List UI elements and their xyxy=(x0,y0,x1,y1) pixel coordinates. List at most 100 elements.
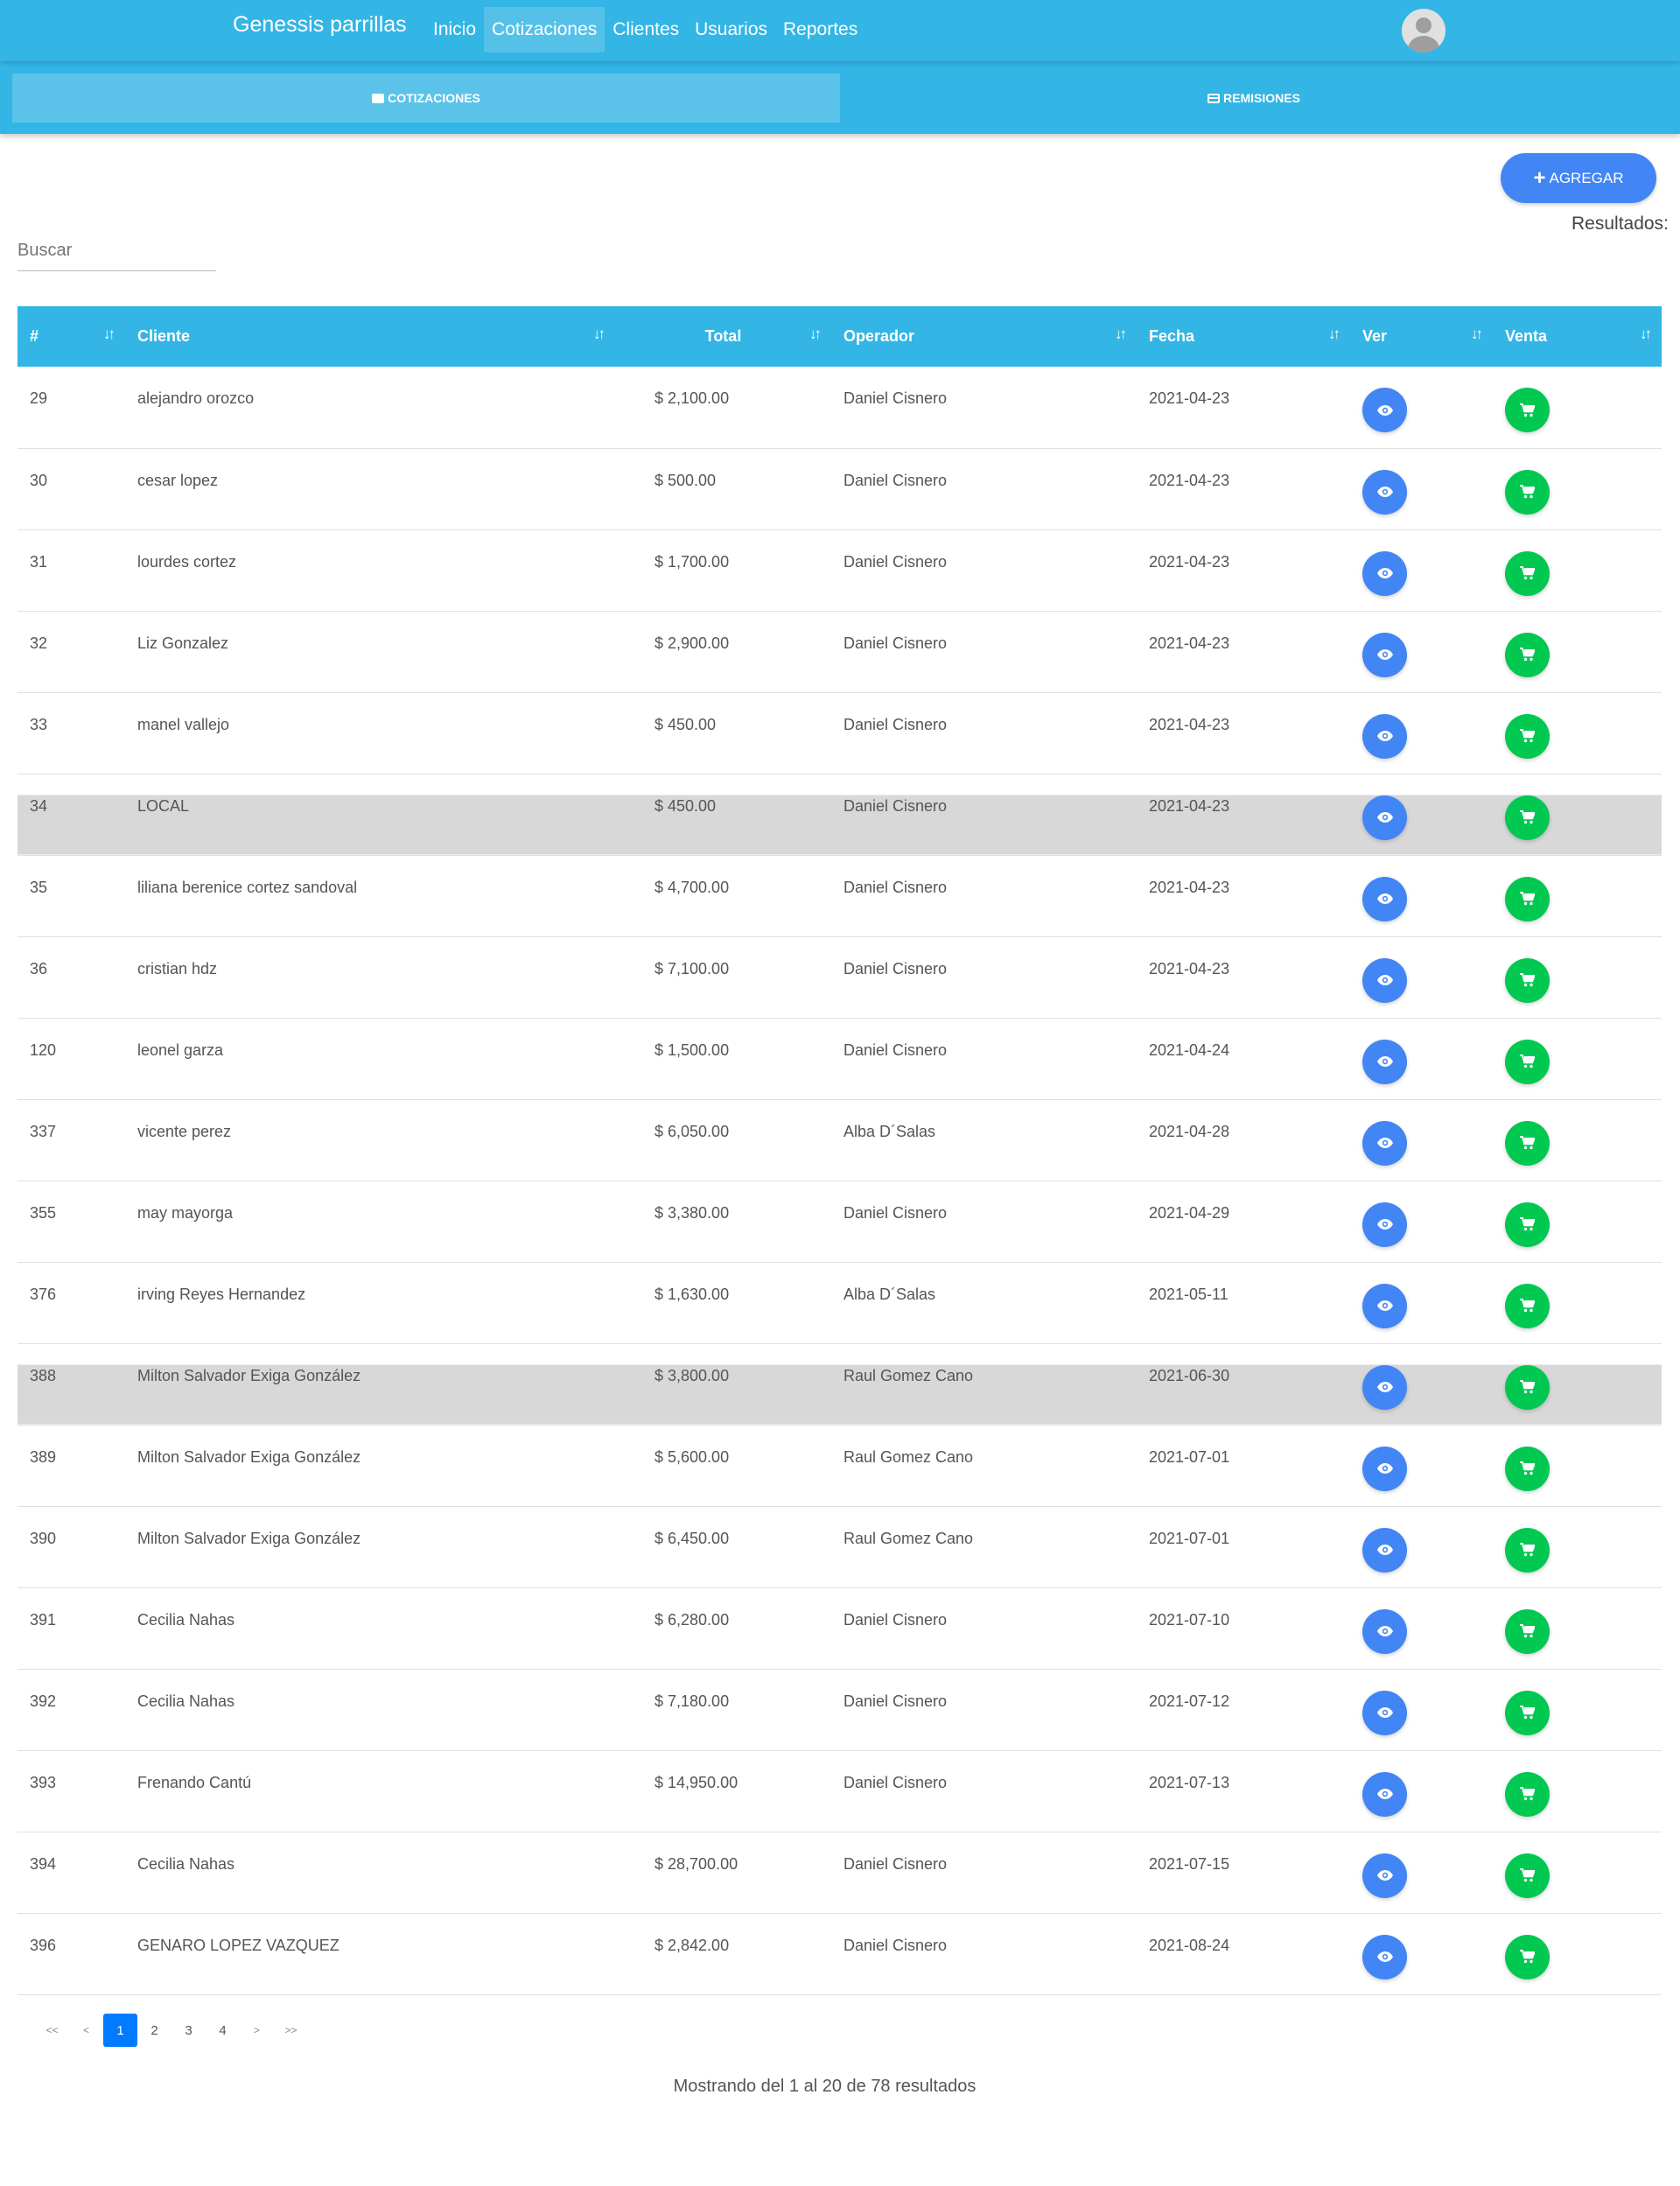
cell-total: $ 4,700.00 xyxy=(654,878,730,896)
sort-icon[interactable]: ↓↑ xyxy=(1640,326,1652,343)
sale-button[interactable] xyxy=(1505,1608,1550,1654)
cell-fecha: 2021-07-13 xyxy=(1149,1773,1230,1791)
cell-venta xyxy=(1493,692,1662,774)
tab-remisiones[interactable]: REMISIONES xyxy=(840,74,1668,123)
pagination-page[interactable]: 3 xyxy=(172,2014,206,2047)
cell-fecha: 2021-04-23 xyxy=(1149,552,1230,571)
view-button[interactable] xyxy=(1362,1853,1407,1898)
sort-icon[interactable]: ↓↑ xyxy=(1115,326,1127,343)
sort-icon[interactable]: ↓↑ xyxy=(593,326,606,343)
table-row: 389 Milton Salvador Exiga González $ 5,600… xyxy=(18,1425,1662,1506)
table-row: 30 cesar lopez $ 500.00 Daniel Cisnero 2021-… xyxy=(18,448,1662,529)
cell-cliente: Milton Salvador Exiga González xyxy=(125,1343,615,1425)
view-button[interactable] xyxy=(1362,1039,1407,1084)
column-header-ver[interactable]: Ver ↓↑ xyxy=(1350,306,1493,367)
sort-icon[interactable]: ↓↑ xyxy=(103,326,116,343)
sort-icon[interactable]: ↓↑ xyxy=(809,326,822,343)
view-button[interactable] xyxy=(1362,632,1407,677)
view-button[interactable] xyxy=(1362,1608,1407,1654)
cell-cliente: Frenando Cantú xyxy=(137,1773,252,1791)
view-button[interactable] xyxy=(1362,1771,1407,1817)
cell-venta xyxy=(1493,774,1662,855)
pagination-next[interactable]: > xyxy=(240,2014,274,2047)
sale-button[interactable] xyxy=(1505,795,1550,840)
cell-total: $ 6,280.00 xyxy=(654,1610,730,1629)
pagination-last[interactable]: >> xyxy=(274,2014,308,2047)
cart-icon xyxy=(1520,1054,1535,1068)
pagination-page[interactable]: 1 xyxy=(103,2014,137,2047)
search-input[interactable] xyxy=(18,229,216,270)
pagination-first[interactable]: << xyxy=(35,2014,69,2047)
eye-icon xyxy=(1376,975,1393,985)
sale-button[interactable] xyxy=(1505,469,1550,515)
eye-icon xyxy=(1376,1951,1393,1962)
cell-cliente: Milton Salvador Exiga González xyxy=(137,1447,361,1466)
view-button[interactable] xyxy=(1362,1446,1407,1491)
cell-fecha: 2021-04-23 xyxy=(1149,471,1230,489)
sale-button[interactable] xyxy=(1505,1039,1550,1084)
sort-icon[interactable]: ↓↑ xyxy=(1328,326,1340,343)
column-header-label: Venta xyxy=(1505,327,1548,345)
view-button[interactable] xyxy=(1362,957,1407,1003)
sale-button[interactable] xyxy=(1505,1202,1550,1247)
sale-button[interactable] xyxy=(1505,1934,1550,1979)
cell-id: 376 xyxy=(30,1285,57,1303)
sale-button[interactable] xyxy=(1505,1853,1550,1898)
nav-item-reportes[interactable]: Reportes xyxy=(775,7,865,53)
column-header-total[interactable]: Total ↓↑ xyxy=(615,306,831,367)
sale-button[interactable] xyxy=(1505,1527,1550,1573)
user-avatar[interactable] xyxy=(1402,9,1446,53)
column-header-fecha[interactable]: Fecha ↓↑ xyxy=(1137,306,1350,367)
cell-operador: Raul Gomez Cano xyxy=(844,1529,974,1547)
tab-cotizaciones[interactable]: COTIZACIONES xyxy=(12,74,840,123)
column-header-venta[interactable]: Venta ↓↑ xyxy=(1493,306,1662,367)
sale-button[interactable] xyxy=(1505,388,1550,432)
sale-button[interactable] xyxy=(1505,550,1550,596)
nav-item-inicio[interactable]: Inicio xyxy=(425,7,484,53)
sale-button[interactable] xyxy=(1505,1690,1550,1735)
column-header-cliente[interactable]: Cliente ↓↑ xyxy=(125,306,615,367)
view-button[interactable] xyxy=(1362,1690,1407,1735)
table-row: 394 Cecilia Nahas $ 28,700.00 Daniel Cisner… xyxy=(18,1832,1662,1913)
view-button[interactable] xyxy=(1362,1364,1407,1410)
pagination-page[interactable]: 2 xyxy=(137,2014,172,2047)
pagination-prev[interactable]: < xyxy=(69,2014,103,2047)
sale-button[interactable] xyxy=(1505,1364,1550,1410)
sale-button[interactable] xyxy=(1505,632,1550,677)
nav-item-usuarios[interactable]: Usuarios xyxy=(687,7,775,53)
sale-button[interactable] xyxy=(1505,713,1550,759)
cell-total: $ 1,700.00 xyxy=(654,552,730,571)
sale-button[interactable] xyxy=(1505,1283,1550,1328)
view-button[interactable] xyxy=(1362,550,1407,596)
view-button[interactable] xyxy=(1362,713,1407,759)
view-button[interactable] xyxy=(1362,1120,1407,1166)
sort-icon[interactable]: ↓↑ xyxy=(1471,326,1483,343)
nav-item-cotizaciones[interactable]: Cotizaciones xyxy=(484,7,606,53)
column-header-id[interactable]: # ↓↑ xyxy=(18,306,125,367)
sale-button[interactable] xyxy=(1505,1120,1550,1166)
cell-id: 34 xyxy=(18,774,125,855)
view-button[interactable] xyxy=(1362,876,1407,921)
view-button[interactable] xyxy=(1362,1283,1407,1328)
nav-item-clientes[interactable]: Clientes xyxy=(605,7,687,53)
cell-fecha: 2021-04-23 xyxy=(1149,389,1230,407)
view-button[interactable] xyxy=(1362,1934,1407,1979)
view-button[interactable] xyxy=(1362,388,1407,432)
table-row: 29 alejandro orozco $ 2,100.00 Daniel Cisne… xyxy=(18,367,1662,448)
view-button[interactable] xyxy=(1362,469,1407,515)
view-button[interactable] xyxy=(1362,1527,1407,1573)
cart-icon xyxy=(1520,485,1535,499)
sale-button[interactable] xyxy=(1505,876,1550,921)
pagination-page[interactable]: 4 xyxy=(206,2014,240,2047)
sale-button[interactable] xyxy=(1505,1446,1550,1491)
sale-button[interactable] xyxy=(1505,957,1550,1003)
view-button[interactable] xyxy=(1362,795,1407,840)
cell-operador: Alba D´Salas xyxy=(844,1122,936,1140)
view-button[interactable] xyxy=(1362,1202,1407,1247)
add-button[interactable]: + AGREGAR xyxy=(1501,153,1656,203)
results-label: Resultados: xyxy=(1572,214,1669,234)
cell-fecha: 2021-06-30 xyxy=(1137,1343,1350,1425)
column-header-operador[interactable]: Operador ↓↑ xyxy=(831,306,1137,367)
brand-title[interactable]: Genessis parrillas xyxy=(233,12,407,38)
sale-button[interactable] xyxy=(1505,1771,1550,1817)
